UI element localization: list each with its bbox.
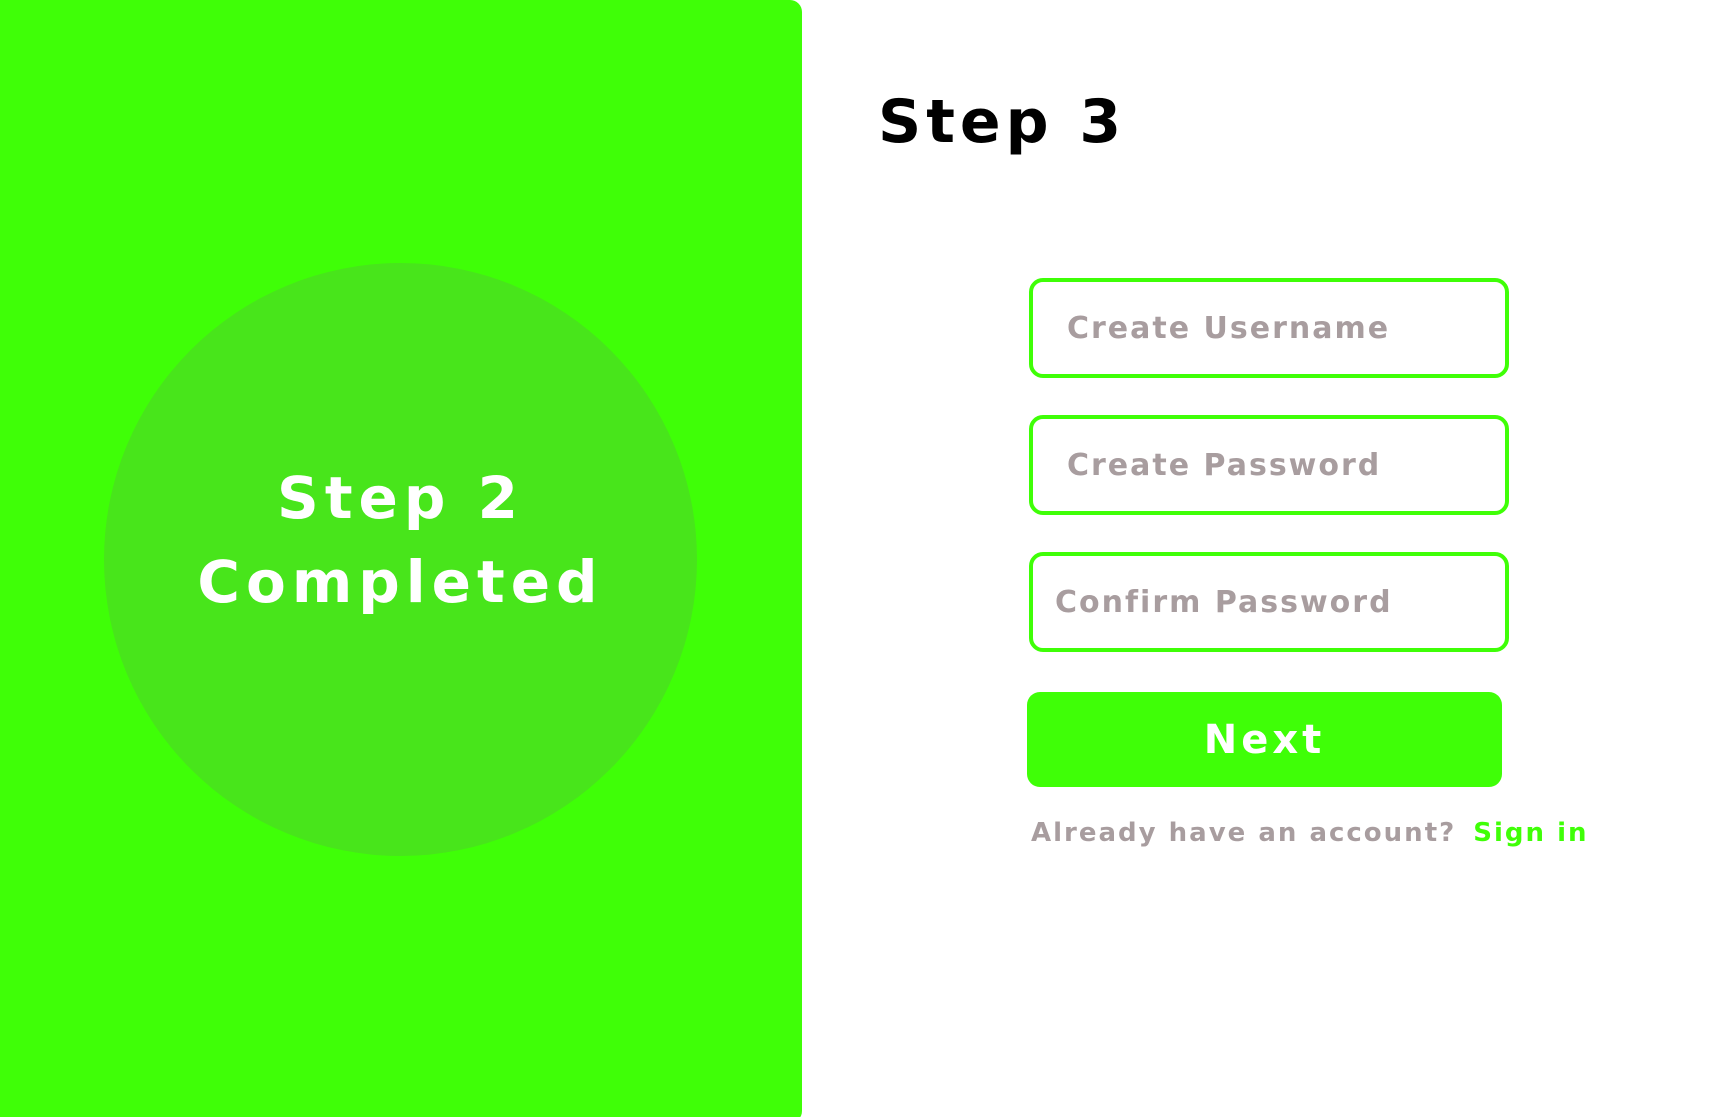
username-field[interactable] bbox=[1029, 278, 1509, 378]
progress-panel: Step 2 Completed bbox=[0, 0, 802, 1117]
next-button[interactable]: Next bbox=[1027, 692, 1502, 787]
step-status: Step 2 Completed bbox=[104, 456, 697, 624]
step-status-line1: Step 2 bbox=[277, 464, 524, 532]
signin-link[interactable]: Sign in bbox=[1473, 818, 1588, 848]
page-title: Step 3 bbox=[878, 87, 1127, 157]
password-field[interactable] bbox=[1029, 415, 1509, 515]
signup-page: Step 2 Completed Step 3 Next Already hav… bbox=[0, 0, 1728, 1117]
step-status-line2: Completed bbox=[197, 548, 604, 616]
signin-prompt-row: Already have an account? Sign in bbox=[1031, 818, 1589, 848]
signin-prompt-text: Already have an account? bbox=[1031, 818, 1457, 848]
confirm-password-field[interactable] bbox=[1029, 552, 1509, 652]
